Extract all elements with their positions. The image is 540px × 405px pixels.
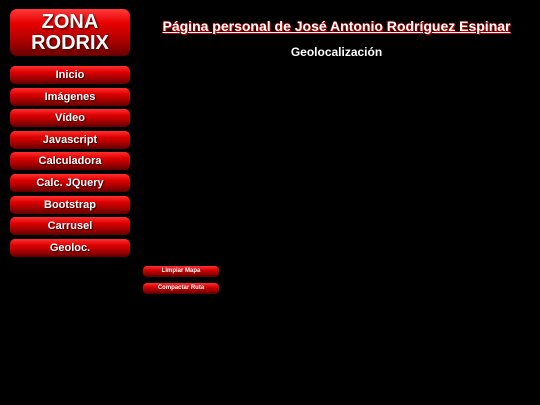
nav-item-calculadora[interactable]: Calculadora	[10, 152, 130, 171]
nav-item-imagenes[interactable]: Imágenes	[10, 87, 130, 106]
nav-item-calc-jquery[interactable]: Calc. JQuery	[10, 173, 130, 192]
map-container[interactable]	[143, 64, 533, 262]
nav-item-geoloc[interactable]: Geoloc.	[10, 238, 130, 257]
sidebar-nav: Inicio Imágenes Vídeo Javascript Calcula…	[10, 66, 130, 260]
site-logo[interactable]: ZONA RODRIX	[10, 9, 130, 56]
site-title-link[interactable]: Página personal de José Antonio Rodrígue…	[133, 18, 540, 34]
nav-item-inicio[interactable]: Inicio	[10, 66, 130, 84]
compact-route-button[interactable]: Compactar Ruta	[143, 283, 219, 294]
nav-item-bootstrap[interactable]: Bootstrap	[10, 195, 130, 214]
section-heading: Geolocalización	[290, 45, 383, 59]
logo-line-2: RODRIX	[31, 31, 109, 54]
nav-item-javascript[interactable]: Javascript	[10, 130, 130, 149]
page: ZONA RODRIX Inicio Imágenes Vídeo Javasc…	[0, 0, 540, 405]
logo-line-1: ZONA	[41, 10, 99, 33]
nav-item-video[interactable]: Vídeo	[10, 109, 130, 128]
nav-item-carrusel[interactable]: Carrusel	[10, 217, 130, 236]
clear-map-button[interactable]: Limpiar Mapa	[143, 266, 219, 277]
